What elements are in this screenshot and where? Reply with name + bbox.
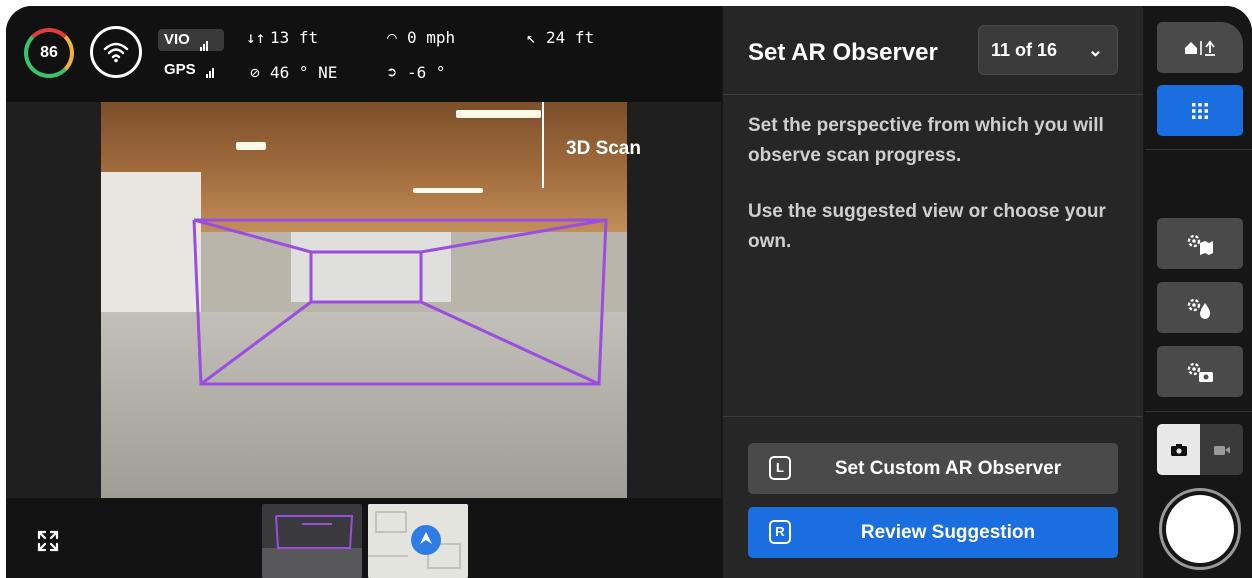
vio-label: VIO [164, 31, 190, 48]
telemetry-bar: 86 VIO GPS ↓↑ 13 ft ⊘ 46 ° NE ◠ 0 mph ➲ … [6, 6, 721, 102]
rail-divider [1145, 149, 1252, 150]
speed-readout: ◠ 0 mph [383, 28, 455, 47]
panel-divider [723, 94, 1143, 95]
l-key-icon: L [769, 456, 791, 480]
scan-label-leader [542, 102, 544, 188]
return-home-button[interactable] [1157, 22, 1243, 73]
gimbal-value: -6 ° [407, 63, 446, 82]
map-thumbnail-preview [368, 504, 468, 578]
panel-instruction: Use the suggested view or choose your ow… [748, 201, 1106, 252]
scan-overlay-label: 3D Scan [566, 138, 641, 159]
view-switcher-bar [6, 498, 721, 578]
review-suggestion-button[interactable]: R Review Suggestion [748, 507, 1118, 558]
app-window: 86 VIO GPS ↓↑ 13 ft ⊘ 46 ° NE ◠ 0 mph ➲ … [6, 6, 1252, 578]
video-camera-icon [1213, 445, 1230, 455]
camera-icon [1170, 443, 1187, 456]
gps-indicator: GPS [164, 61, 215, 78]
fullscreen-icon[interactable] [37, 530, 59, 552]
wifi-status-button[interactable] [90, 26, 142, 78]
skills-grid-button[interactable] [1157, 85, 1243, 136]
scan-settings-map-button[interactable] [1157, 218, 1243, 269]
panel-description: Set the perspective from which you will … [748, 115, 1104, 166]
gimbal-readout: ➲ -6 ° [383, 63, 446, 82]
heading-value: 46 ° NE [270, 63, 338, 82]
settings-camera-icon [1187, 362, 1213, 382]
camera-pane: 86 VIO GPS ↓↑ 13 ft ⊘ 46 ° NE ◠ 0 mph ➲ … [6, 6, 721, 578]
heading-readout: ⊘ 46 ° NE [246, 63, 337, 82]
home-launch-icon [1185, 40, 1215, 56]
scan-thumbnail-preview [262, 504, 362, 578]
chevron-down-icon: ⌄ [1087, 40, 1103, 60]
right-tool-rail [1145, 6, 1252, 578]
gps-label: GPS [164, 61, 196, 78]
settings-drop-icon [1187, 298, 1211, 319]
altitude-value: 13 ft [270, 28, 319, 47]
home-distance-icon: ↖ [526, 28, 536, 47]
signal-bars-icon [200, 29, 209, 51]
r-key-icon: R [769, 520, 791, 544]
map-view-thumbnail[interactable] [368, 504, 468, 578]
camera-pitch-icon: ➲ [387, 63, 397, 82]
video-mode-button[interactable] [1200, 424, 1243, 475]
panel-title: Set AR Observer [748, 39, 938, 66]
scan-settings-exposure-button[interactable] [1157, 282, 1243, 333]
settings-map-icon [1187, 234, 1213, 255]
scan-view-thumbnail[interactable] [262, 504, 362, 578]
battery-value: 86 [40, 44, 58, 61]
distance-readout: ↖ 24 ft [522, 28, 594, 47]
rail-divider [1145, 411, 1252, 412]
battery-gauge[interactable]: 86 [24, 28, 74, 78]
capture-mode-toggle [1157, 424, 1243, 475]
grid-icon [1192, 102, 1208, 119]
panel-divider [723, 416, 1143, 417]
scan-settings-camera-button[interactable] [1157, 346, 1243, 397]
speed-value: 0 mph [407, 28, 456, 47]
distance-value: 24 ft [546, 28, 595, 47]
set-custom-ar-observer-label: Set Custom AR Observer [834, 457, 1062, 479]
shutter-button[interactable] [1159, 488, 1241, 570]
shutter-button-inner [1166, 495, 1234, 563]
step-counter-dropdown[interactable]: 11 of 16 ⌄ [978, 25, 1118, 75]
review-suggestion-label: Review Suggestion [860, 521, 1036, 543]
step-counter-value: 11 of 16 [991, 40, 1058, 60]
speedometer-icon: ◠ [387, 28, 397, 47]
set-custom-ar-observer-button[interactable]: L Set Custom AR Observer [748, 443, 1118, 494]
altitude-readout: ↓↑ 13 ft [246, 28, 318, 47]
signal-bars-icon [205, 61, 215, 78]
photo-mode-button[interactable] [1157, 424, 1200, 475]
vio-indicator: VIO [158, 29, 224, 51]
compass-icon: ⊘ [250, 63, 260, 82]
camera-feed[interactable] [101, 102, 627, 498]
up-down-arrows-icon: ↓↑ [246, 28, 266, 47]
ar-observer-panel: Set AR Observer 11 of 16 ⌄ Set the persp… [723, 6, 1143, 578]
wifi-icon [103, 42, 129, 63]
scan-volume-overlay [192, 218, 608, 386]
